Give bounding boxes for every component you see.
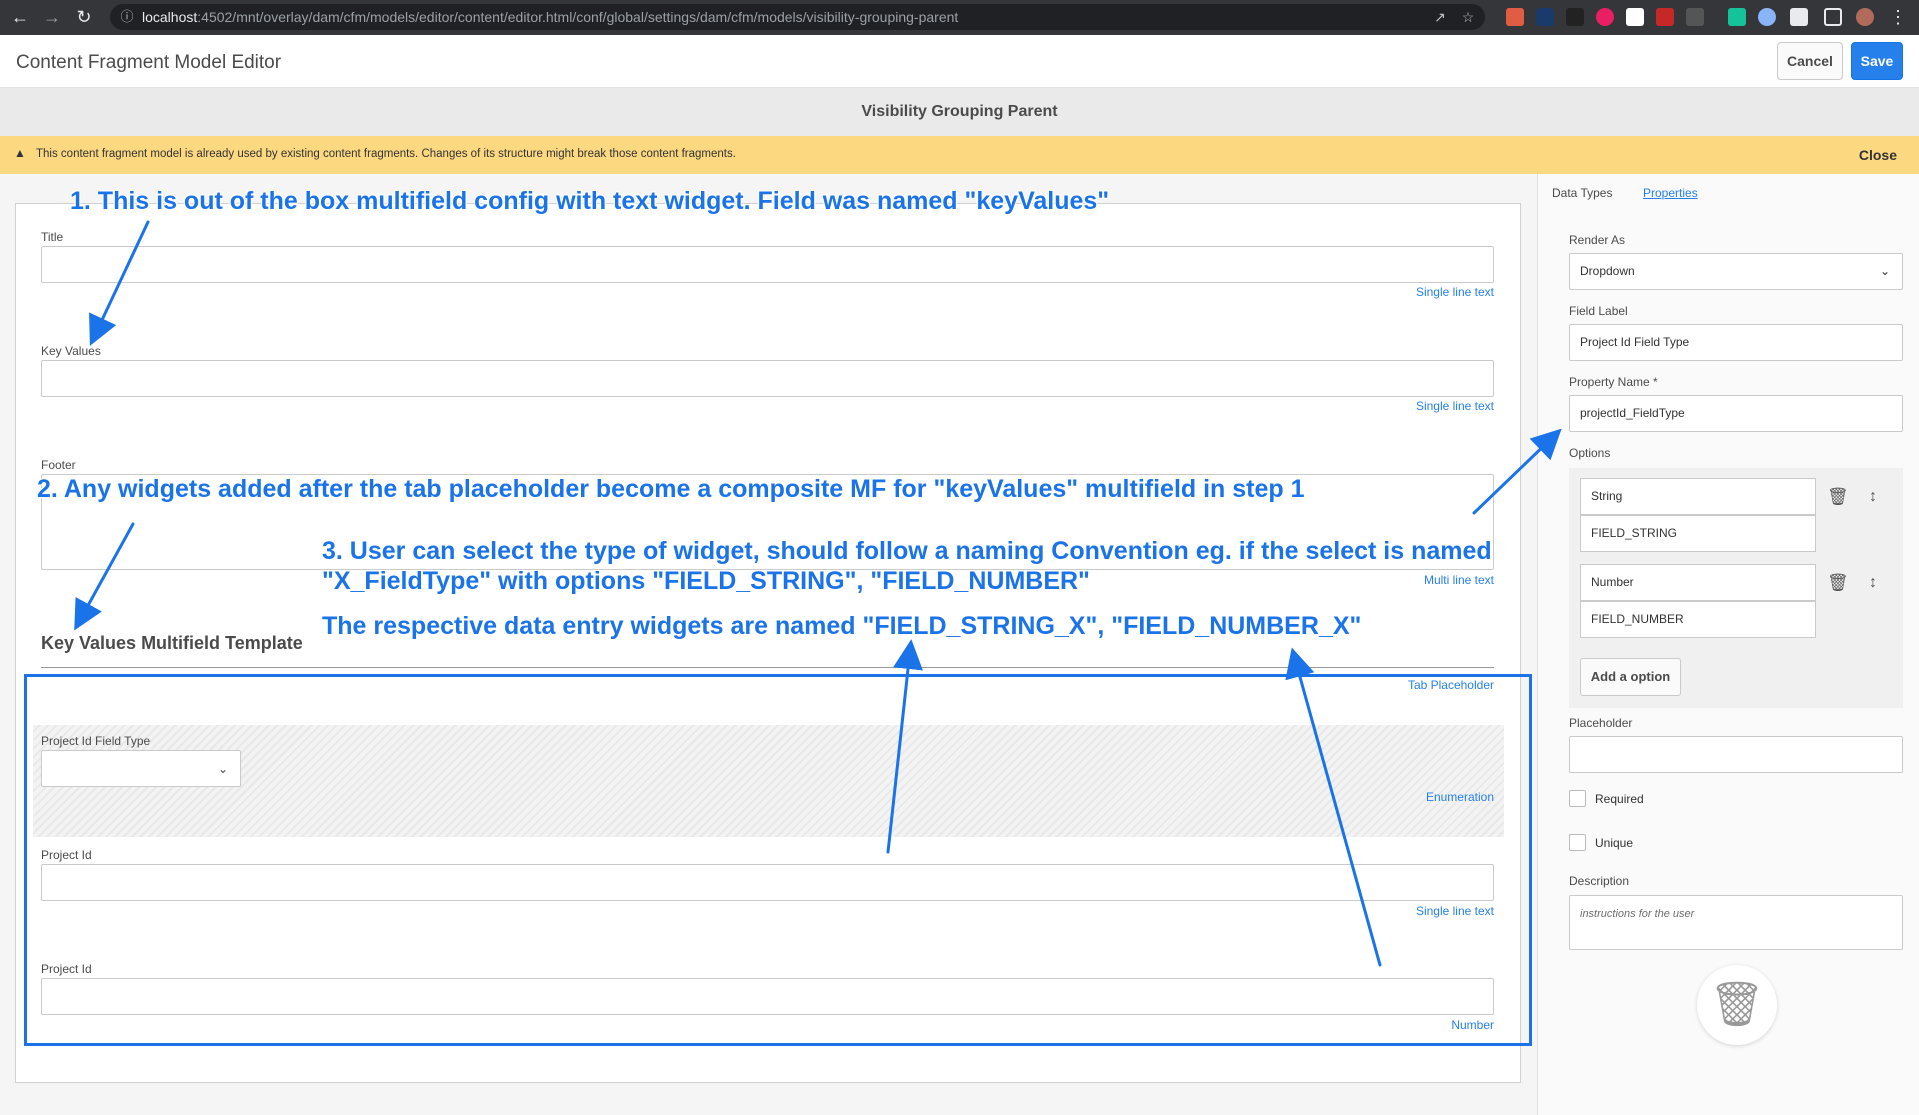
app-header: Content Fragment Model Editor (0, 35, 1919, 88)
delete-option-icon[interactable]: 🗑 (1827, 488, 1849, 506)
options-label: Options (1569, 446, 1611, 460)
add-option-button[interactable]: Add a option (1580, 658, 1681, 696)
drag-handle-icon[interactable]: ↕ (1864, 573, 1882, 593)
tab-properties[interactable]: Properties (1643, 186, 1698, 200)
extension-icon[interactable] (1506, 8, 1524, 26)
save-button[interactable]: Save (1851, 42, 1903, 80)
key-values-field[interactable] (41, 360, 1494, 397)
app-title: Content Fragment Model Editor (16, 52, 282, 73)
extension-icon[interactable] (1596, 8, 1614, 26)
url-text: localhost:4502/mnt/overlay/dam/cfm/model… (142, 9, 959, 25)
model-title-bar: Visibility Grouping Parent (0, 88, 1919, 136)
sidepanel-icon[interactable] (1824, 8, 1842, 26)
extension-icon[interactable] (1758, 8, 1776, 26)
title-field[interactable] (41, 246, 1494, 283)
field-type-label: Multi line text (1423, 573, 1494, 587)
drag-handle-icon[interactable]: ↕ (1864, 487, 1882, 507)
property-name-label: Property Name * (1569, 375, 1658, 389)
annotation-note-3-line3: The respective data entry widgets are na… (322, 612, 1362, 640)
forward-icon[interactable]: → (40, 5, 64, 29)
extension-icon[interactable] (1566, 8, 1584, 26)
render-as-label: Render As (1569, 233, 1626, 247)
placeholder-input[interactable] (1569, 736, 1903, 773)
delete-field-button[interactable]: 🗑 (1697, 965, 1777, 1045)
render-as-select[interactable]: Dropdown ⌄ (1569, 253, 1903, 290)
field-label-label: Field Label (1569, 304, 1628, 318)
chevron-down-icon: ⌄ (1879, 264, 1890, 278)
extension-icon[interactable] (1536, 8, 1554, 26)
field-label: Title (41, 230, 64, 244)
tab-placeholder-divider[interactable] (41, 667, 1494, 668)
render-as-value: Dropdown (1580, 264, 1635, 278)
tab-data-types[interactable]: Data Types (1552, 186, 1612, 200)
description-label: Description (1569, 874, 1630, 888)
annotation-note-3-line2: "X_FieldType" with options "FIELD_STRING… (322, 567, 1090, 595)
reload-icon[interactable]: ↻ (72, 5, 96, 29)
address-bar[interactable]: ⓘ localhost:4502/mnt/overlay/dam/cfm/mod… (110, 4, 1485, 30)
puzzle-icon[interactable] (1790, 8, 1808, 26)
option-value-input[interactable]: FIELD_NUMBER (1580, 601, 1816, 638)
alert-icon: ▲ (14, 146, 26, 160)
extension-icon[interactable] (1626, 8, 1644, 26)
annotation-highlight-box (24, 674, 1532, 1046)
share-icon[interactable]: ↗ (1430, 7, 1450, 27)
extension-icon[interactable] (1728, 8, 1746, 26)
unique-label: Unique (1595, 836, 1634, 850)
avatar[interactable] (1856, 8, 1874, 26)
unique-checkbox[interactable] (1569, 834, 1586, 851)
extension-icon[interactable] (1686, 8, 1704, 26)
warning-banner: ▲ This content fragment model is already… (0, 136, 1919, 174)
field-label: Footer (41, 458, 76, 472)
cancel-button[interactable]: Cancel (1777, 42, 1843, 80)
back-icon[interactable]: ← (8, 5, 32, 29)
field-label-input[interactable]: Project Id Field Type (1569, 324, 1903, 361)
placeholder-label: Placeholder (1569, 716, 1633, 730)
browser-toolbar: ← → ↻ ⓘ localhost:4502/mnt/overlay/dam/c… (0, 0, 1919, 35)
close-warning-button[interactable]: Close (1859, 147, 1897, 163)
warning-text: This content fragment model is already u… (36, 148, 736, 160)
more-menu-icon[interactable]: ⋮ (1886, 5, 1910, 29)
delete-option-icon[interactable]: 🗑 (1827, 574, 1849, 592)
trash-icon: 🗑 (1709, 980, 1765, 1029)
section-title: Key Values Multifield Template (41, 633, 303, 653)
annotation-note-2: 2. Any widgets added after the tab place… (37, 475, 1305, 503)
description-textarea[interactable]: instructions for the user (1569, 895, 1903, 950)
option-label-input[interactable]: String (1580, 478, 1816, 515)
option-label-input[interactable]: Number (1580, 564, 1816, 601)
property-name-input[interactable]: projectId_FieldType (1569, 395, 1903, 432)
bookmark-star-icon[interactable]: ☆ (1458, 7, 1478, 27)
field-type-label: Single line text (1415, 285, 1494, 299)
field-label: Key Values (41, 344, 101, 358)
model-title: Visibility Grouping Parent (861, 103, 1058, 120)
required-checkbox[interactable] (1569, 790, 1586, 807)
site-info-icon[interactable]: ⓘ (118, 8, 136, 26)
annotation-note-3-line1: 3. User can select the type of widget, s… (322, 537, 1492, 565)
field-type-label: Single line text (1415, 399, 1494, 413)
required-label: Required (1595, 792, 1644, 806)
annotation-note-1: 1. This is out of the box multifield con… (70, 187, 1110, 215)
option-value-input[interactable]: FIELD_STRING (1580, 515, 1816, 552)
extension-icon[interactable] (1656, 8, 1674, 26)
